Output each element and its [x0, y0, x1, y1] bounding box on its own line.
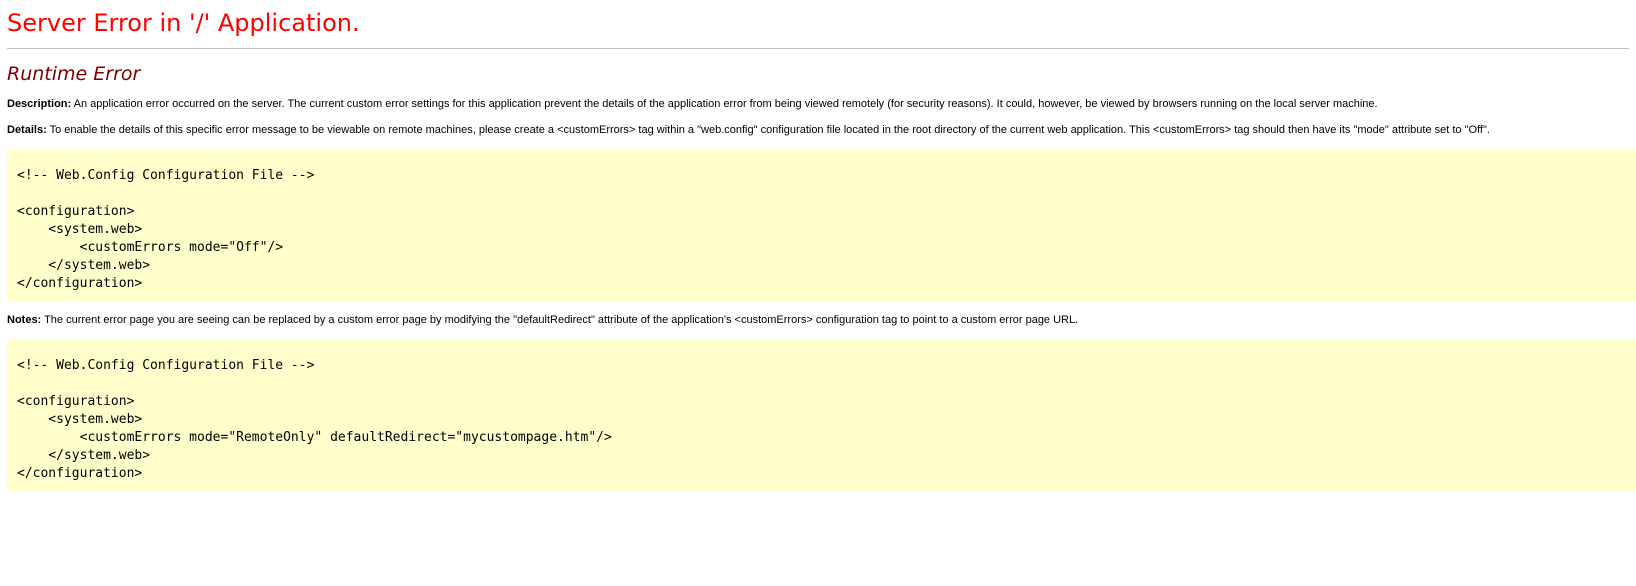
title-divider: [7, 48, 1629, 49]
notes-paragraph: Notes: The current error page you are se…: [7, 313, 1629, 327]
config-code-block-2: <!-- Web.Config Configuration File --> <…: [7, 339, 1636, 491]
page-title: Server Error in '/' Application.: [7, 9, 360, 37]
notes-label: Notes:: [7, 314, 42, 326]
notes-text: The current error page you are seeing ca…: [41, 314, 1079, 326]
description-paragraph: Description: An application error occurr…: [7, 97, 1629, 111]
details-label: Details:: [7, 124, 47, 136]
details-text: To enable the details of this specific e…: [46, 124, 1490, 136]
error-type-heading: Runtime Error: [7, 63, 141, 85]
config-code-1: <!-- Web.Config Configuration File --> <…: [17, 168, 315, 291]
config-code-2: <!-- Web.Config Configuration File --> <…: [17, 358, 612, 481]
config-code-block-1: <!-- Web.Config Configuration File --> <…: [7, 149, 1636, 301]
details-paragraph: Details: To enable the details of this s…: [7, 123, 1629, 137]
description-label: Description:: [7, 98, 72, 110]
description-text: An application error occurred on the ser…: [71, 98, 1378, 110]
